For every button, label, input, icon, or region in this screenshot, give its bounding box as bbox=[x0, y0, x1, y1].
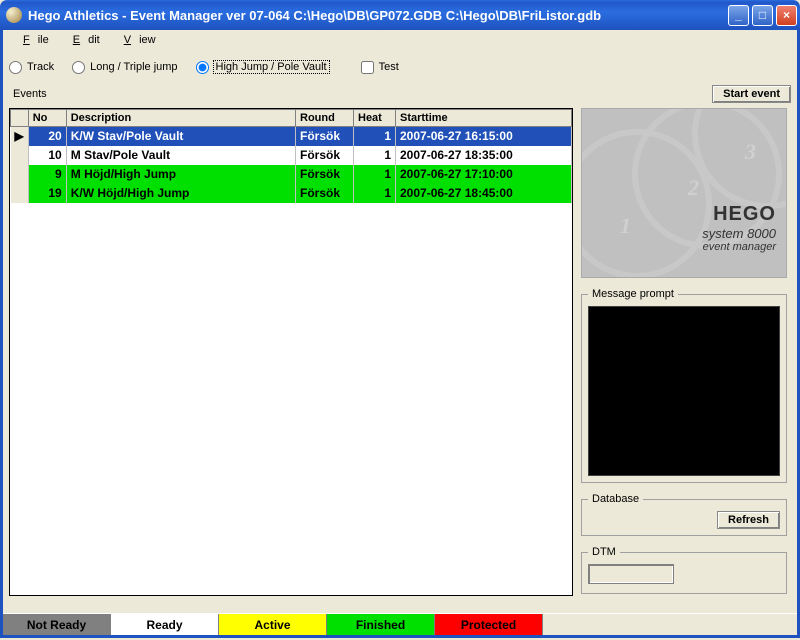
menu-file[interactable]: File bbox=[7, 32, 57, 48]
logo-panel: 1 2 3 HEGO system 8000 event manager bbox=[581, 108, 787, 278]
events-label: Events bbox=[13, 88, 712, 100]
logo-brand: HEGO bbox=[702, 203, 776, 226]
status-ready: Ready bbox=[111, 614, 219, 635]
col-round[interactable]: Round bbox=[296, 110, 354, 127]
table-row[interactable]: 10M Stav/Pole VaultFörsök12007-06-27 18:… bbox=[11, 146, 572, 165]
menu-view[interactable]: View bbox=[108, 32, 164, 48]
radio-long-triple[interactable]: Long / Triple jump bbox=[72, 61, 177, 74]
col-start[interactable]: Starttime bbox=[396, 110, 572, 127]
col-desc[interactable]: Description bbox=[66, 110, 295, 127]
dtm-panel: DTM bbox=[581, 546, 787, 594]
status-not-ready: Not Ready bbox=[3, 614, 111, 635]
radio-track[interactable]: Track bbox=[9, 61, 54, 74]
database-panel: Database Refresh bbox=[581, 493, 787, 536]
check-test[interactable]: Test bbox=[361, 61, 399, 74]
message-prompt-box bbox=[588, 306, 780, 476]
database-legend: Database bbox=[588, 493, 643, 505]
radio-highjump-polevault[interactable]: High Jump / Pole Vault bbox=[196, 61, 329, 74]
maximize-button[interactable]: □ bbox=[752, 5, 773, 26]
start-event-button[interactable]: Start event bbox=[712, 85, 791, 103]
dtm-field[interactable] bbox=[588, 564, 674, 584]
close-button[interactable]: × bbox=[776, 5, 797, 26]
menu-edit[interactable]: Edit bbox=[57, 32, 108, 48]
menu-bar: File Edit View bbox=[3, 30, 797, 50]
message-prompt-panel: Message prompt bbox=[581, 288, 787, 483]
app-icon bbox=[6, 7, 22, 23]
minimize-button[interactable]: _ bbox=[728, 5, 749, 26]
table-row[interactable]: 9M Höjd/High JumpFörsök12007-06-27 17:10… bbox=[11, 165, 572, 184]
table-row[interactable]: ▶20K/W Stav/Pole VaultFörsök12007-06-27 … bbox=[11, 127, 572, 146]
filter-toolbar: Track Long / Triple jump High Jump / Pol… bbox=[3, 50, 797, 84]
refresh-button[interactable]: Refresh bbox=[717, 511, 780, 529]
col-heat[interactable]: Heat bbox=[354, 110, 396, 127]
events-grid[interactable]: No Description Round Heat Starttime ▶20K… bbox=[9, 108, 573, 596]
title-bar: Hego Athletics - Event Manager ver 07-06… bbox=[0, 0, 800, 30]
status-finished: Finished bbox=[327, 614, 435, 635]
message-prompt-legend: Message prompt bbox=[588, 288, 678, 300]
window-title: Hego Athletics - Event Manager ver 07-06… bbox=[28, 8, 728, 23]
col-selector[interactable] bbox=[11, 110, 29, 127]
status-bar: Not Ready Ready Active Finished Protecte… bbox=[3, 613, 797, 635]
status-protected: Protected bbox=[435, 614, 543, 635]
col-no[interactable]: No bbox=[28, 110, 66, 127]
table-row[interactable]: 19K/W Höjd/High JumpFörsök12007-06-27 18… bbox=[11, 184, 572, 203]
dtm-legend: DTM bbox=[588, 546, 620, 558]
status-active: Active bbox=[219, 614, 327, 635]
logo-line3: event manager bbox=[702, 241, 776, 253]
logo-line2: system 8000 bbox=[702, 226, 776, 241]
